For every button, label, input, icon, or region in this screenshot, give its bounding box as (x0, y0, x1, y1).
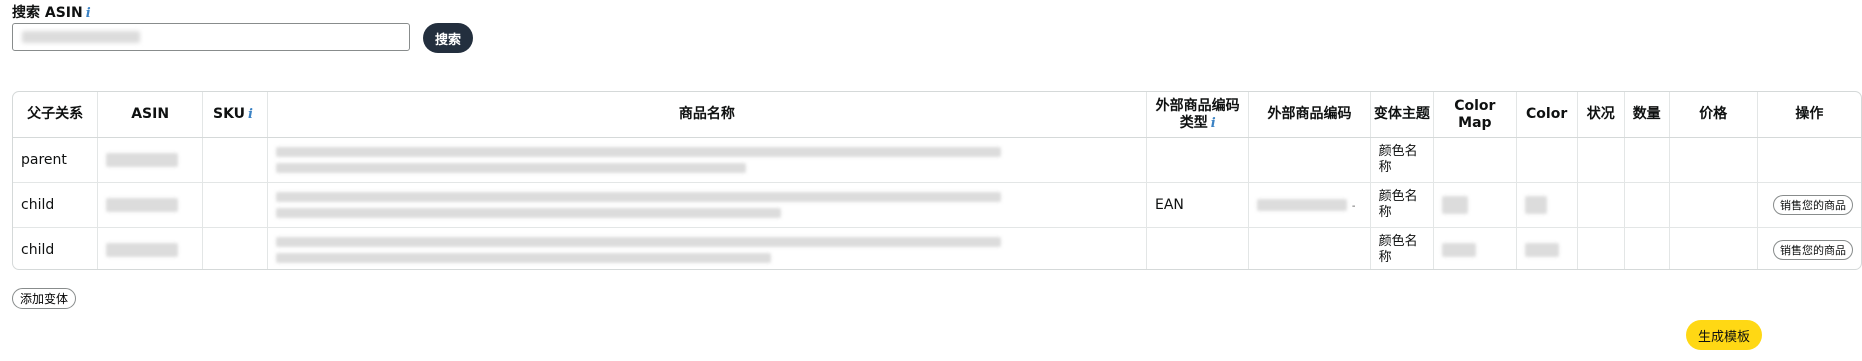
redacted-color (1524, 243, 1559, 257)
ext-id-cell: - (1248, 182, 1371, 228)
redacted-color-map (1442, 243, 1477, 257)
price-cell (1668, 182, 1758, 228)
sku-cell (201, 227, 268, 269)
ext-id-dash: - (1351, 201, 1356, 212)
col-ext-id: 外部商品编码 (1248, 92, 1371, 138)
col-parent-child: 父子关系 (13, 92, 98, 138)
sku-info-icon[interactable]: i (248, 107, 253, 122)
search-label: 搜索 ASIN i (12, 2, 91, 22)
table-row: parent 颜色名称 (13, 137, 1861, 183)
sku-cell (201, 137, 268, 183)
asin-cell (97, 227, 203, 269)
table-row: child 颜色名称 销售您的商品 (13, 227, 1861, 269)
redacted-product-name (275, 147, 1138, 173)
product-name-cell (266, 227, 1147, 269)
ext-id-cell (1248, 137, 1371, 183)
color-cell (1515, 227, 1578, 269)
info-icon[interactable]: i (86, 6, 91, 21)
color-map-cell (1433, 137, 1517, 183)
condition-cell (1576, 137, 1625, 183)
redacted-product-name (275, 192, 1138, 218)
redacted-color (1524, 196, 1547, 214)
ext-id-type-cell: EAN (1145, 182, 1249, 228)
ext-id-type-cell (1145, 137, 1249, 183)
relation-cell: parent (13, 137, 98, 183)
actions-cell: 销售您的商品 (1756, 227, 1861, 269)
col-asin: ASIN (97, 92, 203, 138)
ext-id-type-cell (1145, 227, 1249, 269)
condition-cell (1576, 227, 1625, 269)
redacted-asin (106, 243, 179, 257)
sell-your-product-button[interactable]: 销售您的商品 (1773, 195, 1853, 215)
asin-cell (97, 137, 203, 183)
product-name-cell (266, 182, 1147, 228)
product-name-cell (266, 137, 1147, 183)
ext-id-type-info-icon[interactable]: i (1211, 116, 1216, 131)
actions-cell (1756, 137, 1861, 183)
color-cell (1515, 137, 1578, 183)
table-row: child EAN - 颜色名称 销售您的商品 (13, 182, 1861, 228)
color-map-cell (1433, 182, 1517, 228)
col-color: Color (1515, 92, 1578, 138)
variation-theme-cell: 颜色名称 (1369, 227, 1434, 269)
sku-cell (201, 182, 268, 228)
generate-template-button[interactable]: 生成模板 (1686, 320, 1762, 350)
col-ext-id-type: 外部商品编码类型 i (1145, 92, 1249, 138)
search-input-redacted (22, 31, 140, 43)
col-condition: 状况 (1576, 92, 1625, 138)
variations-table: 父子关系 ASIN SKU i 商品名称 外部商品编码类型 i 外部商品编码 变体主… (12, 91, 1862, 270)
condition-cell (1576, 182, 1625, 228)
color-map-cell (1433, 227, 1517, 269)
col-product-name: 商品名称 (266, 92, 1147, 138)
quantity-cell (1623, 182, 1670, 228)
relation-cell: child (21, 242, 55, 258)
search-label-text: 搜索 ASIN (12, 5, 83, 21)
asin-cell (97, 182, 203, 228)
price-cell (1668, 227, 1758, 269)
col-color-map: Color Map (1433, 92, 1517, 138)
col-quantity: 数量 (1623, 92, 1670, 138)
redacted-ext-id (1257, 199, 1348, 211)
quantity-cell (1623, 137, 1670, 183)
color-cell (1515, 182, 1578, 228)
col-price: 价格 (1668, 92, 1758, 138)
col-sku: SKU i (201, 92, 268, 138)
variation-theme-cell: 颜色名称 (1369, 182, 1434, 228)
relation-cell: child (13, 182, 98, 228)
variation-theme-cell: 颜色名称 (1369, 137, 1434, 183)
quantity-cell (1623, 227, 1670, 269)
sell-your-product-button[interactable]: 销售您的商品 (1773, 240, 1853, 260)
search-button[interactable]: 搜索 (423, 23, 473, 53)
col-actions: 操作 (1756, 92, 1861, 138)
add-variant-button[interactable]: 添加变体 (12, 288, 77, 309)
price-cell (1668, 137, 1758, 183)
redacted-asin (106, 198, 179, 212)
actions-cell: 销售您的商品 (1756, 182, 1861, 228)
redacted-product-name (275, 237, 1138, 263)
col-variation-theme: 变体主题 (1369, 92, 1434, 138)
redacted-asin (106, 153, 179, 167)
ext-id-cell (1248, 227, 1371, 269)
table-header-row: 父子关系 ASIN SKU i 商品名称 外部商品编码类型 i 外部商品编码 变体主… (13, 92, 1861, 138)
redacted-color-map (1442, 196, 1469, 214)
